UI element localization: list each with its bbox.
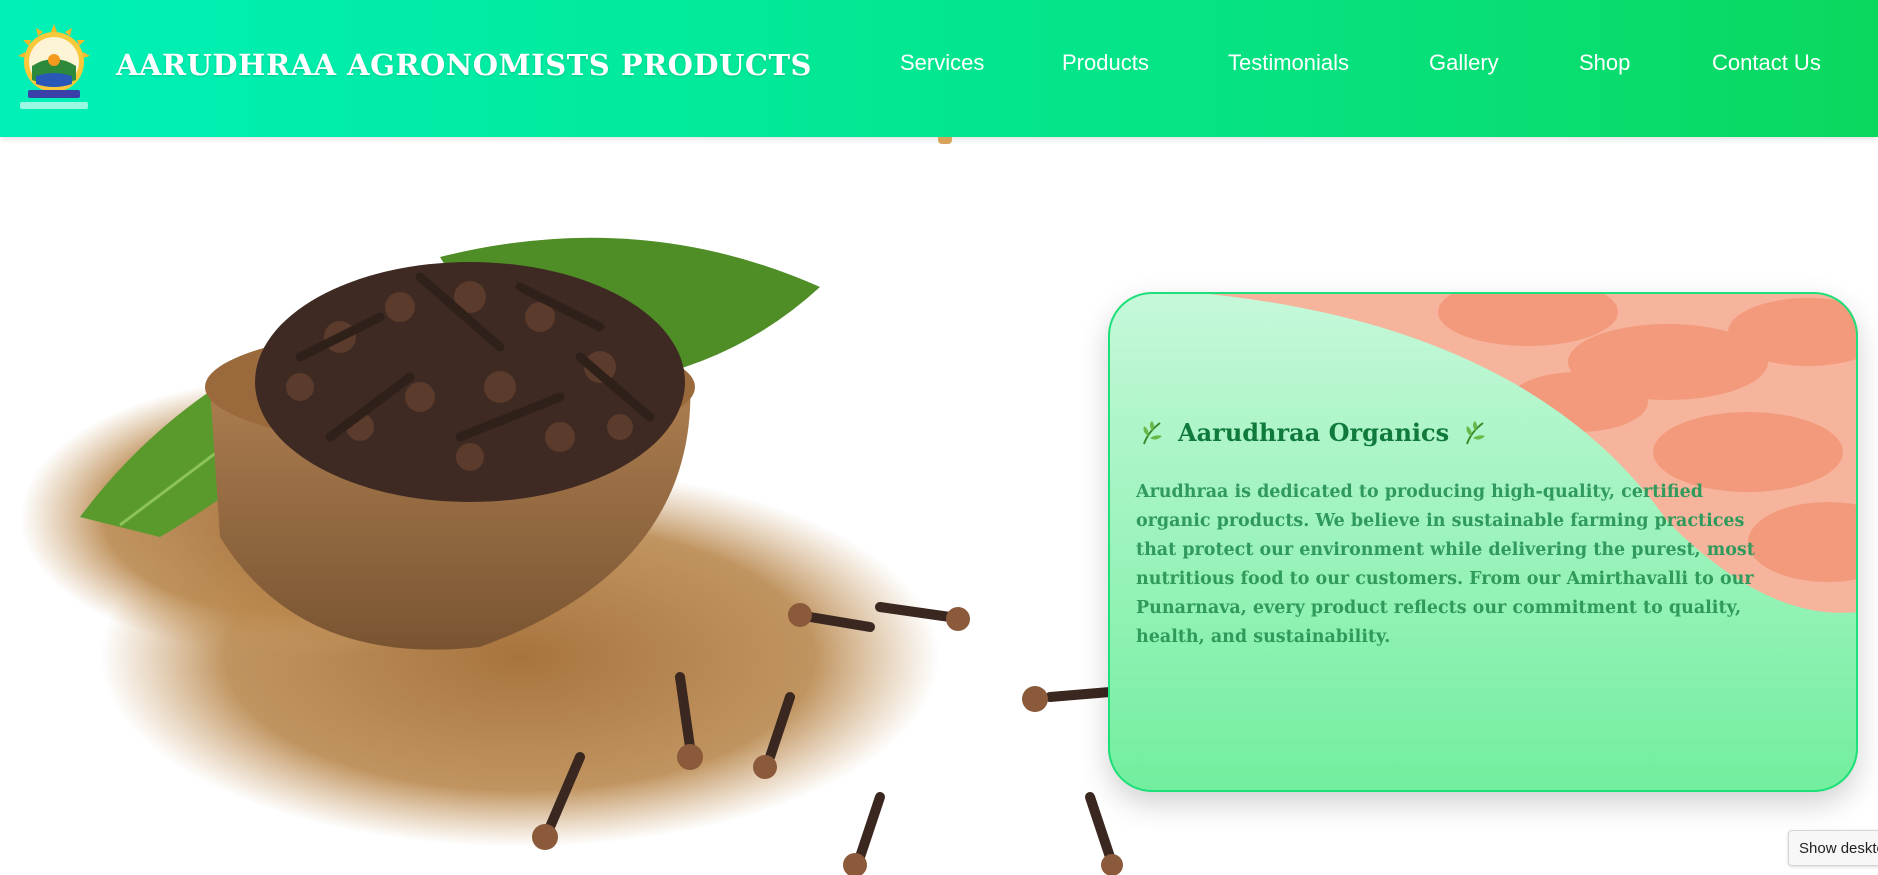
- brand-logo-icon[interactable]: [14, 22, 94, 112]
- card-description: Arudhraa is dedicated to producing high-…: [1136, 482, 1755, 647]
- card-title: Aarudhraa Organics: [1178, 418, 1450, 447]
- show-desktop-button[interactable]: Show desktop: [1788, 830, 1878, 866]
- leaf-icon: [1143, 420, 1162, 444]
- nav-products[interactable]: Products: [1062, 50, 1149, 76]
- nav-shop[interactable]: Shop: [1579, 50, 1630, 76]
- nav-contact-us[interactable]: Contact Us: [1712, 50, 1821, 76]
- leaf-icon: [1466, 420, 1486, 444]
- nav-testimonials[interactable]: Testimonials: [1228, 50, 1349, 76]
- card-title-row: Aarudhraa Organics: [1140, 418, 1487, 447]
- nav-gallery[interactable]: Gallery: [1429, 50, 1499, 76]
- cloves-bowl-image: [20, 237, 1123, 875]
- nav-services[interactable]: Services: [900, 50, 984, 76]
- brand-name[interactable]: AARUDHRAA AGRONOMISTS PRODUCTS: [116, 48, 812, 82]
- nav-active-indicator: [938, 137, 952, 144]
- site-header: AARUDHRAA AGRONOMISTS PRODUCTS Services …: [0, 0, 1878, 137]
